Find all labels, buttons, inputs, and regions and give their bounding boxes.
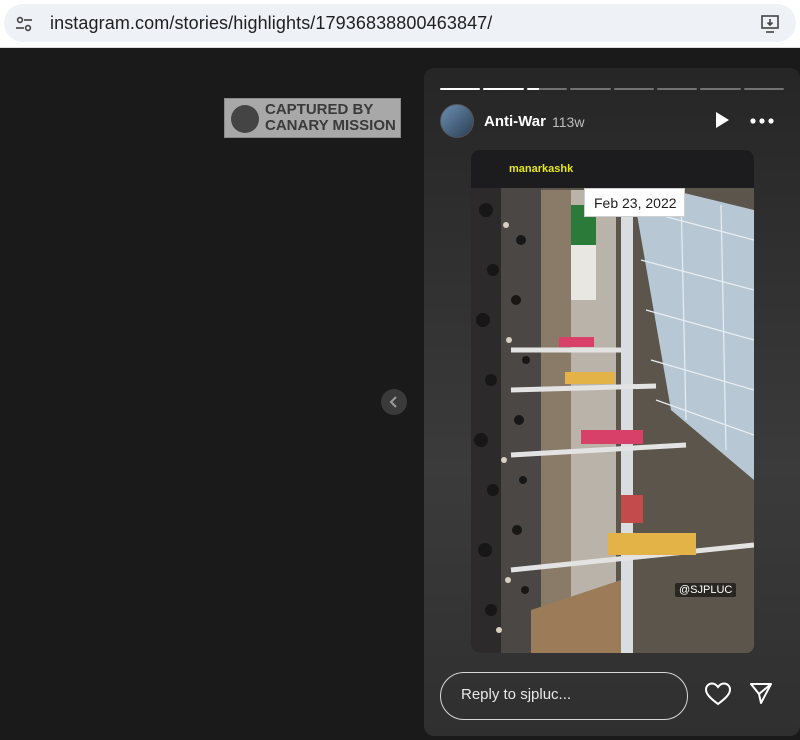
story-card: Anti-War 113w manarkashk @SJPLUC Reply t…: [424, 68, 800, 736]
url-field[interactable]: instagram.com/stories/highlights/1793683…: [4, 4, 796, 42]
more-icon[interactable]: [750, 118, 774, 124]
mall-photo: [471, 150, 754, 653]
tune-icon[interactable]: [14, 14, 34, 34]
story-username[interactable]: Anti-War: [484, 113, 546, 130]
watermark-line-2: CANARY MISSION: [265, 117, 396, 134]
progress-segment: [613, 88, 654, 90]
watermark-text: CAPTURED BY CANARY MISSION: [265, 102, 396, 134]
play-icon[interactable]: [712, 110, 732, 130]
media-tag: manarkashk: [509, 163, 574, 175]
progress-segment: [700, 88, 741, 90]
progress-segment: [743, 88, 784, 90]
avatar[interactable]: [440, 104, 474, 138]
chevron-left-icon[interactable]: [381, 389, 407, 415]
progress-segment: [483, 88, 524, 90]
story-media[interactable]: manarkashk @SJPLUC: [471, 150, 754, 653]
progress-segment: [526, 88, 568, 90]
reply-input[interactable]: [461, 686, 671, 703]
canary-logo-icon: [231, 105, 259, 133]
story-progress-bar: [440, 88, 784, 90]
date-tooltip: Feb 23, 2022: [584, 188, 685, 217]
send-icon[interactable]: [749, 682, 773, 706]
watermark-line-1: CAPTURED BY: [265, 101, 374, 118]
reply-box[interactable]: [440, 672, 688, 720]
story-viewer-page: CAPTURED BY CANARY MISSION Anti-War 113w: [0, 48, 800, 740]
progress-segment: [440, 88, 481, 90]
story-age: 113w: [552, 114, 585, 130]
media-handle: @SJPLUC: [675, 583, 737, 597]
install-app-icon[interactable]: [760, 13, 782, 35]
url-text[interactable]: instagram.com/stories/highlights/1793683…: [50, 13, 492, 34]
browser-address-bar: instagram.com/stories/highlights/1793683…: [0, 0, 800, 48]
progress-segment: [570, 88, 611, 90]
progress-segment: [656, 88, 698, 90]
canary-mission-watermark: CAPTURED BY CANARY MISSION: [224, 98, 401, 138]
heart-icon[interactable]: [705, 682, 731, 706]
